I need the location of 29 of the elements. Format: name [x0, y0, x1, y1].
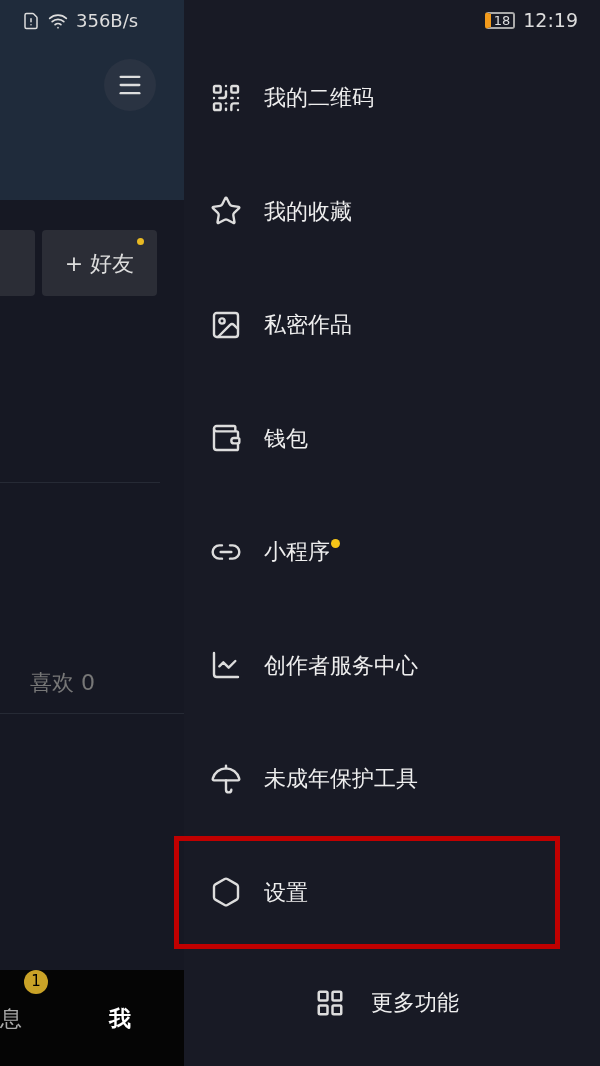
clock: 12:19 [523, 8, 578, 34]
menu-item[interactable]: 我的收藏 [184, 154, 600, 268]
menu-label: 设置 [264, 878, 308, 907]
menu-item[interactable]: 私密作品 [184, 268, 600, 382]
menu-item[interactable]: 设置 [174, 835, 560, 949]
menu-label: 小程序 [264, 538, 330, 567]
menu-button[interactable] [104, 59, 156, 111]
settings-icon [210, 876, 242, 909]
menu-item[interactable]: 未成年保护工具 [184, 722, 600, 836]
sim-icon [22, 11, 40, 30]
menu-label: 我的二维码 [264, 84, 374, 113]
likes-tab[interactable]: 喜欢 0 [30, 666, 95, 699]
badge: 1 [24, 969, 48, 994]
menu-label: 我的收藏 [264, 197, 352, 226]
network-speed: 356B/s [76, 9, 139, 33]
add-friend-button[interactable]: + 好友 [42, 230, 157, 296]
menu-label: 钱包 [264, 424, 308, 453]
umbrella-icon [210, 762, 242, 795]
menu-label: 未成年保护工具 [264, 765, 418, 794]
more-features-button[interactable]: 更多功能 [371, 986, 459, 1019]
tab-label[interactable]: 我 [109, 1001, 131, 1035]
tab-label[interactable]: 息 [0, 1001, 22, 1035]
menu-label: 创作者服务中心 [264, 651, 418, 680]
menu-label: 私密作品 [264, 311, 352, 340]
menu-item[interactable]: 创作者服务中心 [184, 608, 600, 722]
battery-indicator: 18 [484, 12, 516, 29]
menu-item[interactable]: 我的二维码 [184, 41, 600, 155]
menu-item[interactable]: 小程序 [184, 495, 600, 609]
menu-item[interactable]: 钱包 [184, 381, 600, 495]
